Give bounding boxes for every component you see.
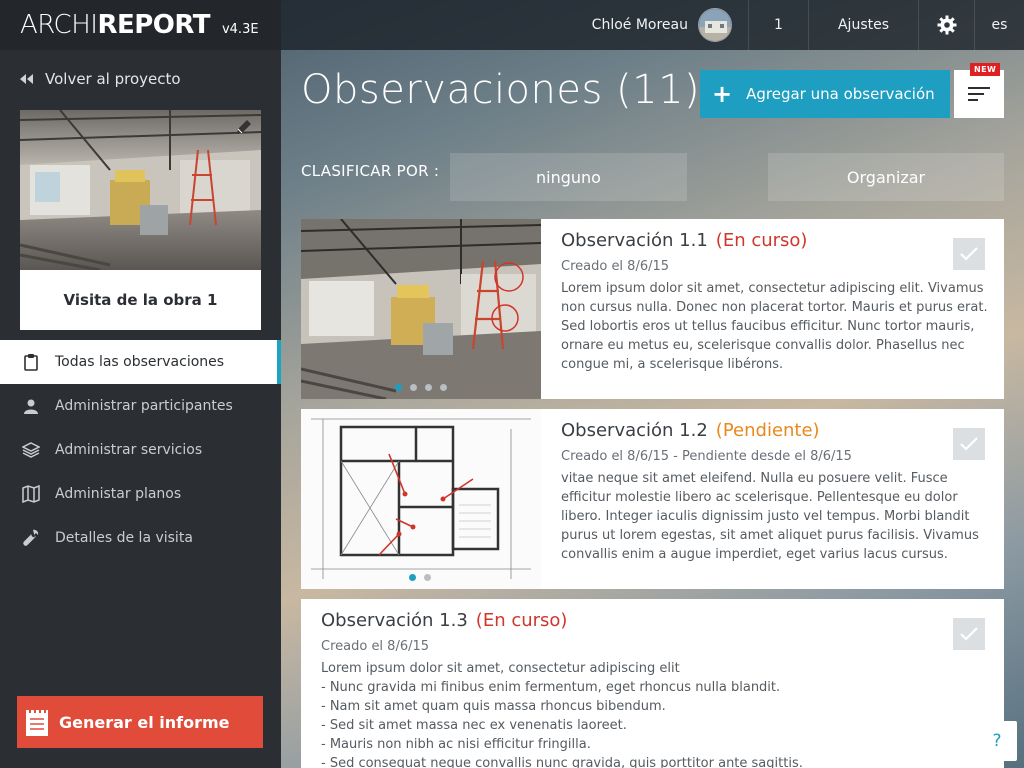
observation-date: Creado el 8/6/15: [561, 259, 670, 274]
carousel-dot[interactable]: [440, 384, 447, 391]
carousel-dots[interactable]: [409, 574, 431, 581]
page-title: Observaciones (11): [301, 67, 701, 113]
observation-description: Lorem ipsum dolor sit amet, consectetur …: [321, 661, 803, 768]
sort-lines-icon: [968, 87, 990, 101]
top-bar: Chloé Moreau 1 Ajustes es: [281, 0, 1024, 50]
layers-icon: [22, 442, 40, 458]
sidebar-item-all-observations[interactable]: Todas las observaciones: [0, 340, 281, 384]
classify-label: CLASIFICAR POR :: [301, 162, 440, 180]
carousel-dot[interactable]: [424, 574, 431, 581]
plus-icon: +: [712, 80, 733, 108]
generate-report-label: Generar el informe: [59, 712, 230, 732]
new-badge: NEW: [970, 63, 1001, 76]
avatar: [698, 8, 732, 42]
observation-status: (Pendiente): [715, 420, 820, 441]
observation-date: Creado el 8/6/15 - Pendiente desde el 8/…: [561, 449, 852, 464]
observation-name: Observación 1.3: [321, 610, 468, 631]
observation-body: Observación 1.2 (Pendiente) Creado el 8/6…: [561, 409, 992, 564]
brand-bold: REPORT: [97, 10, 210, 40]
observation-card[interactable]: Observación 1.3 (En curso) Creado el 8/6/…: [301, 599, 1004, 768]
settings-link[interactable]: Ajustes: [808, 0, 918, 50]
checkmark-icon: [960, 437, 978, 451]
sidebar-item-participants[interactable]: Administrar participantes: [0, 384, 281, 428]
wrench-icon: [23, 529, 39, 546]
sidebar-item-services[interactable]: Administrar servicios: [0, 428, 281, 472]
clipboard-icon: [24, 354, 38, 371]
back-label: Volver al proyecto: [45, 70, 181, 88]
gear-icon: [937, 15, 956, 35]
resolve-checkbox[interactable]: [953, 238, 985, 270]
add-observation-label: Agregar una observación: [746, 85, 935, 103]
sidebar-item-label: Detalles de la visita: [55, 530, 193, 546]
settings-button[interactable]: [918, 0, 974, 50]
observation-name: Observación 1.2: [561, 420, 708, 441]
checkmark-icon: [960, 627, 978, 641]
map-icon: [22, 485, 40, 503]
carousel-dot[interactable]: [395, 384, 402, 391]
brand-light: ARCHI: [20, 10, 98, 40]
edit-pencil-icon[interactable]: [235, 118, 253, 140]
generate-report-button[interactable]: Generar el informe: [17, 696, 263, 748]
app-logo[interactable]: ARCHI REPORT v4.3E: [0, 0, 281, 50]
observation-title: Observación 1.3 (En curso): [321, 610, 992, 631]
carousel-dots[interactable]: [395, 384, 447, 391]
sidebar: ARCHI REPORT v4.3E Volver al proyecto Vi…: [0, 0, 281, 768]
observation-name: Observación 1.1: [561, 230, 708, 251]
user-icon: [24, 399, 38, 414]
organize-button[interactable]: Organizar: [768, 153, 1004, 201]
sidebar-item-label: Administrar participantes: [55, 398, 233, 414]
observation-card[interactable]: Observación 1.1 (En curso) Creado el 8/6/…: [301, 219, 1004, 399]
sidebar-item-label: Administrar servicios: [55, 442, 203, 458]
observation-body: Observación 1.3 (En curso) Creado el 8/6/…: [321, 599, 992, 768]
observation-date: Creado el 8/6/15: [321, 639, 430, 654]
visit-card[interactable]: Visita de la obra 1: [20, 110, 261, 330]
visit-name: Visita de la obra 1: [63, 291, 218, 309]
add-observation-button[interactable]: + Agregar una observación: [700, 70, 950, 118]
observation-description: Lorem ipsum dolor sit amet, consectetur …: [561, 281, 988, 372]
classify-select[interactable]: ninguno: [450, 153, 687, 201]
carousel-dot[interactable]: [425, 384, 432, 391]
sort-button[interactable]: [954, 70, 1004, 118]
back-to-project-link[interactable]: Volver al proyecto: [20, 70, 181, 88]
checkmark-icon: [960, 247, 978, 261]
language-selector[interactable]: es: [974, 0, 1024, 50]
observation-title: Observación 1.2 (Pendiente): [561, 420, 992, 441]
carousel-dot[interactable]: [409, 574, 416, 581]
resolve-checkbox[interactable]: [953, 618, 985, 650]
app-version: v4.3E: [221, 21, 259, 37]
rewind-icon: [20, 74, 33, 84]
carousel-dot[interactable]: [410, 384, 417, 391]
sidebar-item-plans[interactable]: Administar planos: [0, 472, 281, 516]
observation-status: (En curso): [715, 230, 808, 251]
help-button[interactable]: ?: [977, 721, 1017, 761]
notification-count[interactable]: 1: [748, 0, 808, 50]
observation-description: vitae neque sit amet eleifend. Nulla eu …: [561, 471, 979, 562]
main-content: Observaciones (11) + Agregar una observa…: [281, 0, 1024, 768]
observation-plan[interactable]: [301, 409, 541, 589]
observation-status: (En curso): [475, 610, 568, 631]
observation-photo[interactable]: [301, 219, 541, 399]
resolve-checkbox[interactable]: [953, 428, 985, 460]
report-icon: [26, 707, 48, 736]
sidebar-nav: Todas las observaciones Administrar part…: [0, 340, 281, 560]
observation-title: Observación 1.1 (En curso): [561, 230, 992, 251]
sidebar-item-label: Todas las observaciones: [55, 354, 225, 370]
user-name: Chloé Moreau: [591, 17, 688, 33]
sidebar-item-visit-details[interactable]: Detalles de la visita: [0, 516, 281, 560]
visit-photo: [20, 110, 261, 270]
observation-card[interactable]: Observación 1.2 (Pendiente) Creado el 8/6…: [301, 409, 1004, 589]
sidebar-item-label: Administar planos: [55, 486, 182, 502]
observation-body: Observación 1.1 (En curso) Creado el 8/6/…: [561, 219, 992, 374]
user-menu[interactable]: Chloé Moreau: [592, 0, 748, 50]
